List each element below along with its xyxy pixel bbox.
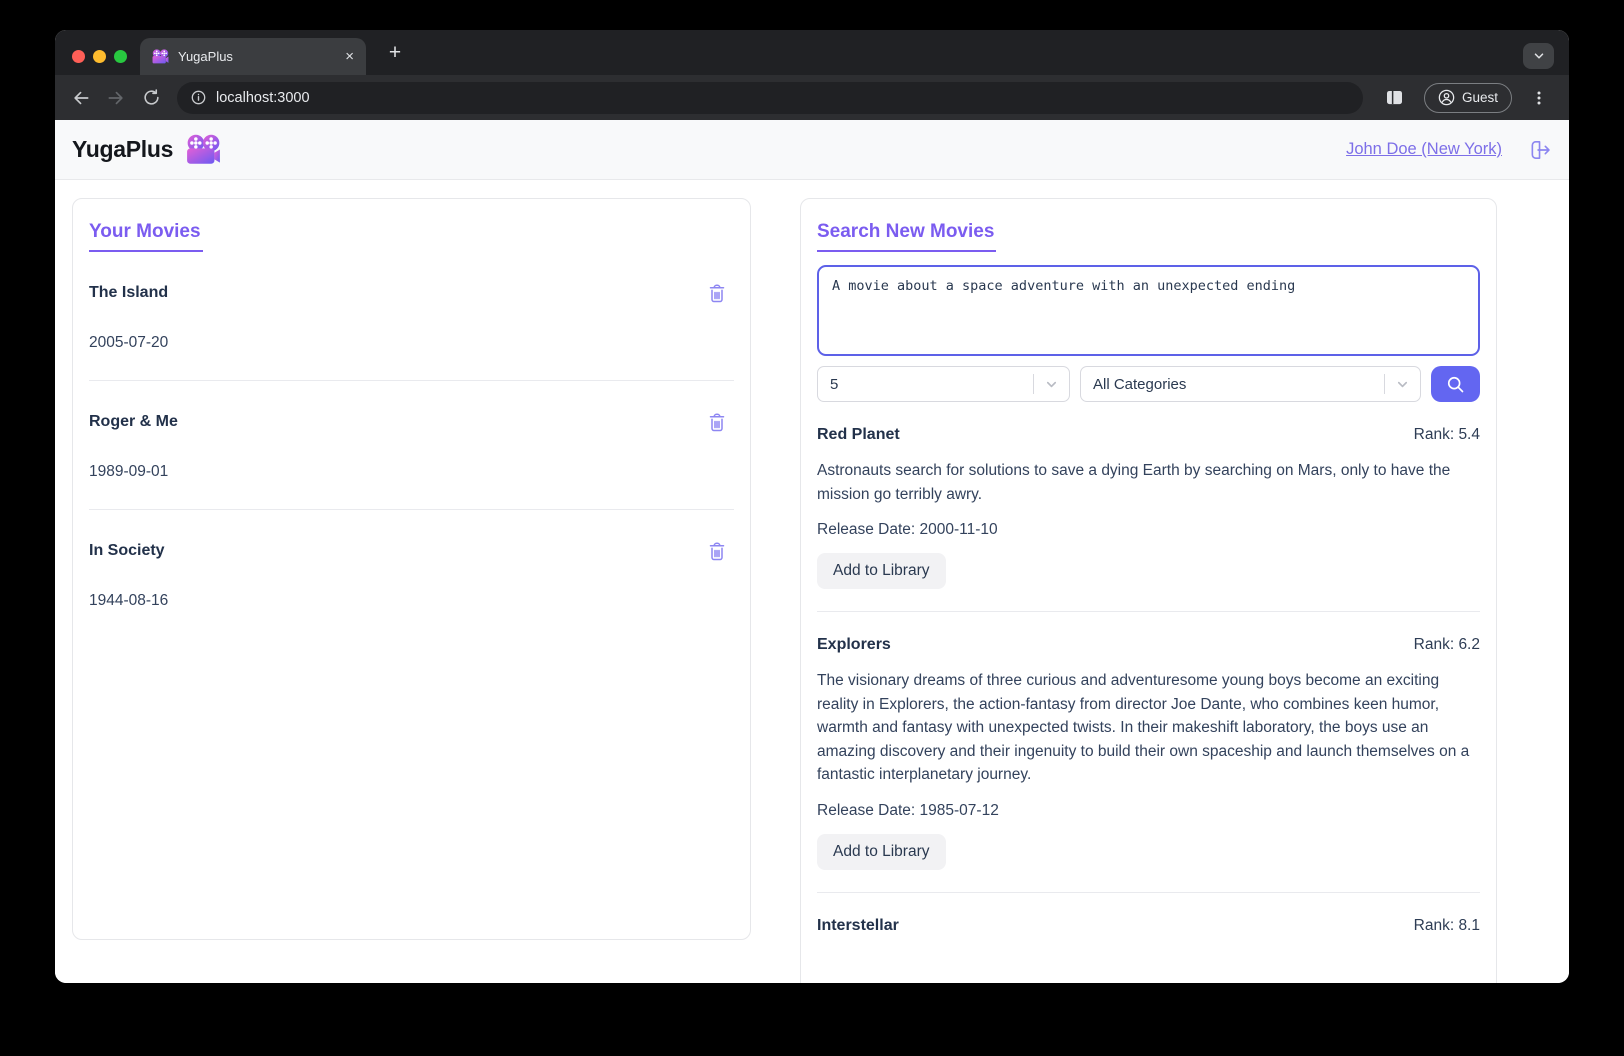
side-panel-button[interactable] [1383,86,1407,110]
result-title: Explorers [817,636,891,653]
divider [89,380,734,381]
category-value: All Categories [1093,375,1187,393]
close-tab-icon[interactable]: × [345,49,354,64]
page-viewport: YugaPlus John Doe (New York) Your Movies… [55,120,1569,983]
chevron-down-icon [1534,53,1543,59]
result-rank: Rank: 6.2 [1413,636,1480,653]
search-result: Interstellar Rank: 8.1 [817,917,1480,935]
result-rank: Rank: 5.4 [1413,426,1480,443]
result-title: Interstellar [817,916,899,934]
url-text: localhost:3000 [216,89,310,106]
tab-strip: YugaPlus × + [55,30,1569,75]
trash-icon [709,413,725,432]
reload-button[interactable] [139,86,163,110]
browser-toolbar: localhost:3000 Guest [55,75,1569,120]
browser-window: YugaPlus × + localhost:3000 Guest YugaPl… [55,30,1569,983]
traffic-lights [72,50,127,63]
app-header: YugaPlus John Doe (New York) [55,120,1569,180]
tab-search-button[interactable] [1523,43,1554,69]
back-button[interactable] [69,86,93,110]
movie-release-date: 1989-09-01 [89,463,169,480]
trash-icon [709,284,725,303]
brand-title: YugaPlus [72,136,174,162]
result-rank: Rank: 8.1 [1413,916,1480,934]
back-arrow-icon [74,91,89,104]
library-movie-row: Roger & Me 1989-09-01 [89,413,734,510]
forward-button[interactable] [104,86,128,110]
result-release-date: Release Date: 1985-07-12 [817,801,999,819]
guest-avatar-icon [1438,89,1455,106]
movie-title: The Island [89,284,169,301]
tab-favicon-movie-camera-icon [152,49,169,64]
movie-camera-icon [186,134,221,165]
side-panel-icon [1387,90,1403,105]
guest-label: Guest [1461,90,1498,105]
site-info-icon [191,90,206,105]
movie-release-date: 2005-07-20 [89,334,169,351]
divider [817,611,1480,612]
library-movie-row: In Society 1944-08-16 [89,542,734,610]
search-result: Red Planet Rank: 5.4 Astronauts search f… [817,426,1480,612]
chevron-down-icon [1046,381,1057,387]
close-window-button[interactable] [72,50,85,63]
logout-button[interactable] [1529,139,1552,161]
search-icon [1447,376,1464,392]
main-content: Your Movies The Island 2005-07-20 Roger … [55,180,1569,983]
result-title: Red Planet [817,426,900,443]
search-button[interactable] [1431,366,1480,402]
search-query-input[interactable]: A movie about a space adventure with an … [817,265,1480,356]
divider [89,509,734,510]
result-limit-select[interactable]: 5 [817,366,1070,402]
browser-menu-button[interactable] [1527,86,1551,110]
delete-movie-button[interactable] [708,411,726,432]
trash-icon [709,542,725,561]
forward-arrow-icon [108,91,123,104]
category-select[interactable]: All Categories [1080,366,1421,402]
search-heading: Search New Movies [817,221,997,252]
search-result: Explorers Rank: 6.2 The visionary dreams… [817,636,1480,893]
profile-button[interactable]: Guest [1423,82,1512,113]
reload-icon [143,89,159,105]
result-description: The visionary dreams of three curious an… [817,672,1470,783]
add-to-library-button[interactable]: Add to Library [817,553,946,589]
search-panel: Search New Movies A movie about a space … [800,198,1497,983]
divider [817,891,1480,893]
address-bar[interactable]: localhost:3000 [177,81,1363,114]
result-limit-value: 5 [830,375,839,393]
minimize-window-button[interactable] [93,50,106,63]
your-movies-panel: Your Movies The Island 2005-07-20 Roger … [72,198,751,940]
result-description: Astronauts search for solutions to save … [817,462,1451,503]
result-release-date: Release Date: 2000-11-10 [817,521,998,538]
search-controls: 5 All Categories [817,366,1480,402]
three-dots-icon [1537,91,1541,104]
movie-title: Roger & Me [89,413,178,430]
movie-title: In Society [89,542,165,559]
tab-title: YugaPlus [178,49,233,64]
add-to-library-button[interactable]: Add to Library [817,833,946,870]
library-movie-row: The Island 2005-07-20 [89,284,734,381]
movie-release-date: 1944-08-16 [89,592,169,609]
new-tab-button[interactable]: + [383,41,407,65]
browser-tab-yugaplus[interactable]: YugaPlus × [140,38,366,75]
delete-movie-button[interactable] [708,540,726,561]
user-profile-link[interactable]: John Doe (New York) [1346,140,1502,159]
your-movies-heading: Your Movies [89,221,203,252]
delete-movie-button[interactable] [708,282,726,303]
zoom-window-button[interactable] [114,50,127,63]
chevron-down-icon [1397,381,1408,387]
logout-icon [1531,140,1550,159]
